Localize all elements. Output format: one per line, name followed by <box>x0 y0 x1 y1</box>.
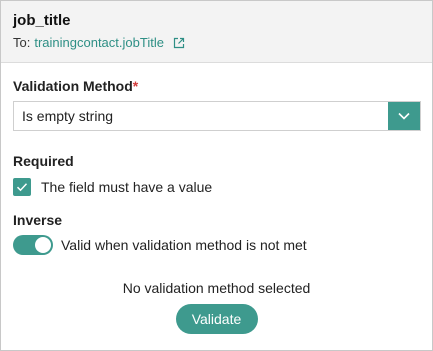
toggle-knob <box>35 237 51 253</box>
panel-body: Validation Method* Is empty string Requi… <box>1 78 432 334</box>
checkmark-icon <box>16 183 28 192</box>
chevron-down-icon <box>398 112 410 120</box>
required-label: Required <box>13 153 74 169</box>
target-link[interactable]: trainingcontact.jobTitle <box>34 35 164 50</box>
inverse-toggle-label: Valid when validation method is not met <box>61 237 307 253</box>
panel-header: job_title To: trainingcontact.jobTitle <box>1 1 432 63</box>
validation-method-label: Validation Method* <box>13 78 420 94</box>
required-checkbox-row[interactable]: The field must have a value <box>13 178 420 196</box>
required-star: * <box>132 78 139 94</box>
inverse-toggle[interactable] <box>13 235 53 255</box>
validation-panel: job_title To: trainingcontact.jobTitle V… <box>0 0 433 351</box>
required-checkbox-label: The field must have a value <box>41 179 213 195</box>
validation-method-label-text: Validation Method <box>13 78 133 94</box>
status-text: No validation method selected <box>122 280 311 296</box>
dropdown-button[interactable] <box>388 102 420 130</box>
validate-button[interactable]: Validate <box>175 304 258 334</box>
required-checkbox[interactable] <box>13 178 31 196</box>
validate-wrap: Validate <box>13 304 420 334</box>
field-name: job_title <box>13 12 71 29</box>
inverse-label: Inverse <box>13 212 63 228</box>
validation-method-value: Is empty string <box>22 108 114 124</box>
to-label: To: <box>13 35 31 50</box>
external-link-icon[interactable] <box>173 37 185 49</box>
validation-method-select[interactable]: Is empty string <box>13 101 421 131</box>
inverse-toggle-row[interactable]: Valid when validation method is not met <box>13 235 420 255</box>
target-row: To: trainingcontact.jobTitle <box>13 35 420 50</box>
